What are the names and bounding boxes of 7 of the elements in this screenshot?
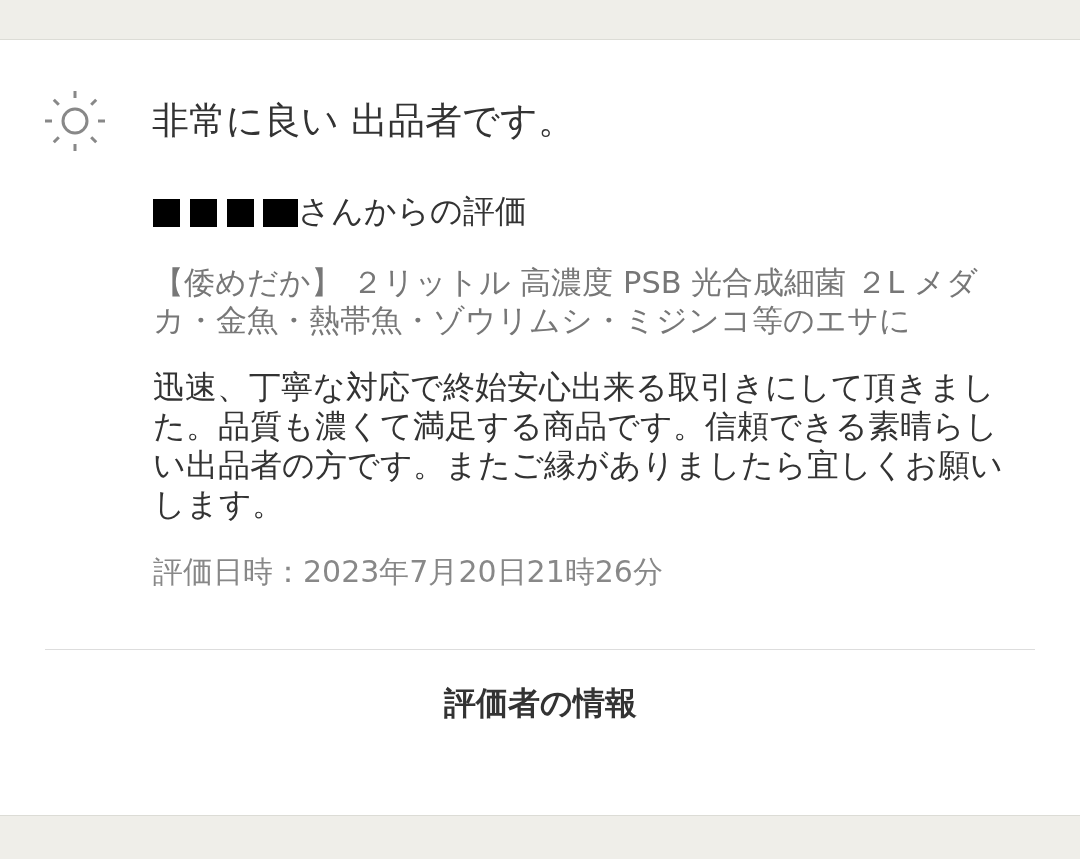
reviewer-label: さんからの評価 — [298, 191, 527, 232]
rating-title: 非常に良い 出品者です。 — [152, 98, 575, 144]
review-date: 評価日時：2023年7月20日21時26分 — [153, 553, 664, 591]
sun-icon — [44, 90, 106, 152]
review-comment: 迅速、丁寧な対応で終始安心出来る取引きにして頂きました。品質も濃くて満足する商品です。信頼できる素晴らしい出品者の方です。またご縁がありましたら宜しくお願いします。 — [153, 368, 1004, 524]
item-title: 【倭めだか】 ２リットル 高濃度 PSB 光合成細菌 ２L メダカ・金魚・熱帯魚・ゾウリムシ・ミジンコ等のエサに — [153, 264, 979, 340]
reviewer-info-link[interactable]: 評価者の情報 — [443, 682, 637, 726]
